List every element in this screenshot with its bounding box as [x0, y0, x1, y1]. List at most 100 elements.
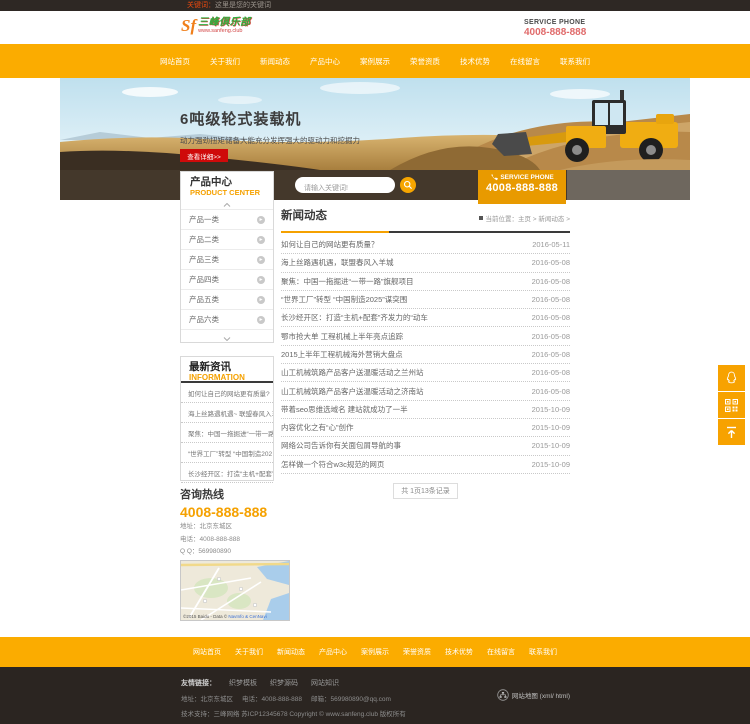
search-button[interactable] [400, 177, 416, 193]
news-item[interactable]: 内容优化之有“心”创作 2015-10-09 [281, 419, 570, 438]
keyword-bar: 关键词：这里是您的关键词 [0, 0, 750, 11]
news-item-title: 长沙经开区：打造“主机+配套”齐发力的“动车 [281, 313, 428, 323]
nav-item[interactable]: 联系我们 [556, 54, 594, 69]
banner-detail-button[interactable]: 查看详细>> [180, 149, 228, 162]
footer-sitemap[interactable]: 网站地图 (xml/ html) [497, 689, 570, 701]
nav-item[interactable]: 产品中心 [306, 54, 344, 69]
product-scroll-up[interactable] [181, 200, 273, 209]
news-item[interactable]: 海上丝路遇机遇，联盟春风入羊城 2016-05-08 [281, 254, 570, 273]
news-item[interactable]: 山工机械筑路产品客户送温暖活动之兰州站 2016-05-08 [281, 364, 570, 383]
product-category-label: 产品六类 [189, 315, 219, 324]
product-category-label: 产品五类 [189, 295, 219, 304]
footer-nav-item[interactable]: 新闻动态 [277, 647, 305, 657]
logo-title: 三峰俱乐部 [198, 17, 251, 28]
news-item-date: 2015-10-09 [531, 459, 570, 469]
nav-item[interactable]: 新闻动态 [256, 54, 294, 69]
news-item-title: 海上丝路遇机遇，联盟春风入羊城 [281, 258, 394, 268]
nav-item[interactable]: 技术优势 [456, 54, 494, 69]
product-scroll-down[interactable] [181, 334, 273, 343]
nav-item[interactable]: 案例展示 [356, 54, 394, 69]
breadcrumb[interactable]: 当前位置：主页 > 新闻动态 > [479, 213, 570, 223]
chevron-circle-icon [257, 275, 265, 284]
information-item[interactable]: 长沙经开区：打造“主机+配套”齐… [181, 463, 273, 483]
product-category-item[interactable]: 产品三类 [181, 249, 273, 269]
news-item-title: 聚焦：中国一拖掘进“一带一路”旗舰项目 [281, 276, 414, 286]
footer-nav-item[interactable]: 案例展示 [361, 647, 389, 657]
news-item-title: 山工机械筑路产品客户送温暖活动之济南站 [281, 386, 424, 396]
qrcode-button[interactable] [718, 392, 745, 418]
news-item[interactable]: 2015上半年工程机械海外营销大盘点 2016-05-08 [281, 346, 570, 365]
news-item[interactable]: 鄂市抢大单 工程机械上半年亮点追踪 2016-05-08 [281, 327, 570, 346]
news-title: 新闻动态 [281, 210, 327, 222]
news-item-title: 鄂市抢大单 工程机械上半年亮点追踪 [281, 331, 404, 341]
search-input[interactable] [295, 180, 413, 197]
product-category-item[interactable]: 产品二类 [181, 229, 273, 249]
information-item[interactable]: “世界工厂”转型 “中国制造202… [181, 443, 273, 463]
product-category-label: 产品三类 [189, 255, 219, 264]
qrcode-icon [725, 398, 738, 412]
footer-nav-item[interactable]: 关于我们 [235, 647, 263, 657]
news-item[interactable]: 带着seo思维选域名 建站就成功了一半 2015-10-09 [281, 401, 570, 419]
hero-banner: 6吨级轮式装载机 动力强劲扭矩储备大能充分发挥强大的驱动力和挖掘力 查看详细>> [60, 78, 690, 170]
news-item[interactable]: 网络公司告诉你有关面包屑导航的事 2015-10-09 [281, 437, 570, 456]
chevron-circle-icon [257, 235, 265, 244]
pagination: 共 1页13条记录 [393, 482, 458, 499]
keyword-label: 关键词： [187, 2, 215, 9]
footer-nav-item[interactable]: 联系我们 [529, 647, 557, 657]
footer-nav-item[interactable]: 技术优势 [445, 647, 473, 657]
friend-link[interactable]: 织梦源码 [270, 678, 298, 688]
news-item-date: 2015-10-09 [531, 404, 570, 414]
nav-item[interactable]: 网站首页 [156, 54, 194, 69]
hotline-number: 4008-888-888 [180, 504, 268, 520]
footer-nav-item[interactable]: 在线留言 [487, 647, 515, 657]
footer-nav: 网站首页 关于我们 新闻动态 产品中心 案例展示 荣誉资质 技术优势 在线留言 联系我们 [0, 637, 750, 667]
product-category-label: 产品四类 [189, 275, 219, 284]
news-item[interactable]: 长沙经开区：打造“主机+配套”齐发力的“动车 2016-05-08 [281, 309, 570, 328]
baidu-map-thumbnail[interactable]: ©2015 Baidu - Data © NavInfo & CenNavi [180, 560, 290, 621]
news-item[interactable]: 山工机械筑路产品客户送温暖活动之济南站 2016-05-08 [281, 382, 570, 401]
product-center-title: 产品中心 [190, 176, 232, 188]
banner-title: 6吨级轮式装载机 [180, 111, 302, 128]
information-item[interactable]: 海上丝路遇机遇~ 联盟春风入羊城 [181, 403, 273, 423]
header: Sf 三峰俱乐部 www.sanfeng.club SERVICE PHONE … [0, 11, 750, 44]
news-item-date: 2016-05-08 [531, 313, 570, 323]
product-category-item[interactable]: 产品六类 [181, 309, 273, 329]
information-list: 如何让自己的网站更有质量?海上丝路遇机遇~ 联盟春风入羊城聚焦：中国一拖掘进“一… [181, 383, 273, 483]
qq-button[interactable] [718, 365, 745, 391]
service-phone-label: SERVICE PHONE [524, 19, 586, 26]
friend-link[interactable]: 织梦模板 [229, 678, 257, 688]
news-item-date: 2016-05-08 [531, 368, 570, 378]
chevron-circle-icon [257, 315, 265, 324]
product-category-item[interactable]: 产品四类 [181, 269, 273, 289]
news-item[interactable]: “世界工厂”转型 “中国制造2025”谋突围 2016-05-08 [281, 291, 570, 310]
nav-item[interactable]: 关于我们 [206, 54, 244, 69]
qq-icon [726, 371, 737, 384]
footer-nav-item[interactable]: 网站首页 [193, 647, 221, 657]
news-item[interactable]: 怎样做一个符合w3c规范的网页 2015-10-09 [281, 456, 570, 474]
news-item[interactable]: 如何让自己的网站更有质量？ 2016-05-11 [281, 236, 570, 255]
back-to-top-button[interactable] [718, 419, 745, 445]
product-category-item[interactable]: 产品五类 [181, 289, 273, 309]
information-subtitle: INFORMATION [189, 373, 245, 382]
chevron-circle-icon [257, 255, 265, 264]
footer-nav-item[interactable]: 荣誉资质 [403, 647, 431, 657]
information-item[interactable]: 如何让自己的网站更有质量? [181, 383, 273, 403]
site-logo[interactable]: Sf 三峰俱乐部 www.sanfeng.club [181, 17, 251, 34]
news-item-date: 2015-10-09 [531, 423, 570, 433]
friend-links-row: 友情链接： 织梦模板 织梦源码 网站知识 [181, 678, 339, 688]
product-category-item[interactable]: 产品一类 [181, 209, 273, 229]
map-graphic [181, 561, 289, 620]
footer-nav-item[interactable]: 产品中心 [319, 647, 347, 657]
news-list: 如何让自己的网站更有质量？ 2016-05-11 海上丝路遇机遇，联盟春风入羊城… [281, 236, 570, 474]
chevron-down-icon [223, 336, 231, 341]
information-box: 最新资讯 INFORMATION 如何让自己的网站更有质量? 海上丝路遇机遇~ 联… [180, 356, 274, 483]
nav-item[interactable]: 在线留言 [506, 54, 544, 69]
information-item[interactable]: 聚焦：中国一拖掘进“一带一路”… [181, 423, 273, 443]
nav-item[interactable]: 荣誉资质 [406, 54, 444, 69]
news-item[interactable]: 聚焦：中国一拖掘进“一带一路”旗舰项目 2016-05-08 [281, 273, 570, 291]
search-icon [403, 180, 412, 189]
friend-links: 织梦模板 织梦源码 网站知识 [229, 678, 339, 688]
footer-contact-part: 电话：4008-888-888 [242, 696, 302, 703]
friend-link[interactable]: 网站知识 [311, 678, 339, 688]
keyword-value: 这里是您的关键词 [215, 2, 271, 9]
